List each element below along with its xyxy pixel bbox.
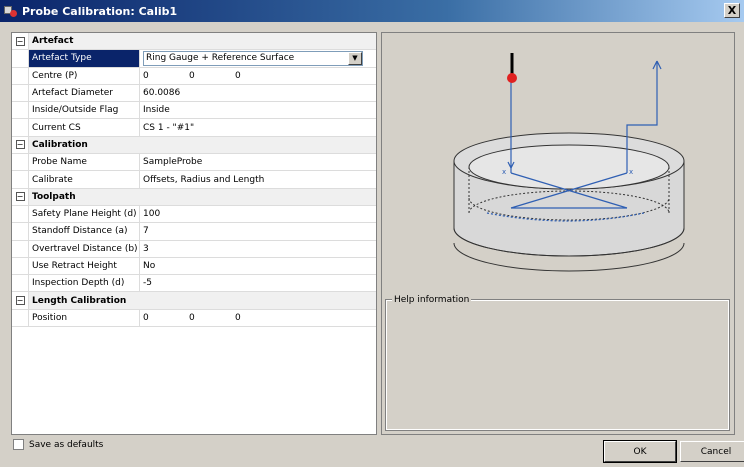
category-label: Toolpath [29, 188, 376, 205]
collapse-icon[interactable]: − [15, 296, 25, 306]
cancel-button[interactable]: Cancel [680, 441, 744, 462]
title-bar: Probe Calibration: Calib1 X [0, 0, 744, 22]
close-button[interactable]: X [724, 3, 740, 18]
property-value[interactable]: 3 [140, 241, 376, 257]
help-information-box [385, 299, 730, 431]
property-row-inside-outside[interactable]: Inside/Outside Flag Inside [12, 102, 376, 120]
collapse-icon[interactable]: − [15, 140, 25, 150]
property-grid: − Artefact Artefact Type Ring Gauge + Re… [11, 32, 377, 435]
probe-app-icon [4, 4, 18, 18]
collapse-icon[interactable]: − [15, 36, 25, 46]
property-value[interactable]: No [140, 258, 376, 274]
category-calibration[interactable]: − Calibration [12, 136, 376, 155]
ok-button[interactable]: OK [603, 440, 677, 463]
property-name: Probe Name [29, 154, 140, 171]
dropdown-arrow-icon[interactable]: ▼ [348, 51, 362, 65]
ring-gauge-diagram: xx [453, 53, 685, 272]
property-row-artefact-diameter[interactable]: Artefact Diameter 60.0086 [12, 84, 376, 103]
property-name: Safety Plane Height (d) [29, 205, 140, 223]
save-defaults-label: Save as defaults [29, 439, 104, 450]
property-value[interactable]: CS 1 - "#1" [140, 119, 376, 135]
property-value[interactable]: 000 [140, 68, 376, 84]
window-title: Probe Calibration: Calib1 [22, 4, 178, 18]
property-value[interactable]: 7 [140, 223, 376, 239]
property-name: Centre (P) [29, 67, 140, 84]
property-value[interactable]: 60.0086 [140, 85, 376, 101]
property-name: Use Retract Height [29, 257, 140, 275]
category-artefact[interactable]: − Artefact [12, 33, 376, 51]
property-row-probe-name[interactable]: Probe Name SampleProbe [12, 154, 376, 172]
property-row-position[interactable]: Position 000 [12, 309, 376, 328]
property-name: Artefact Diameter [29, 84, 140, 102]
property-row-current-cs[interactable]: Current CS CS 1 - "#1" [12, 119, 376, 137]
property-value[interactable]: -5 [140, 275, 376, 291]
svg-text:x: x [629, 168, 633, 176]
category-label: Length Calibration [29, 292, 376, 309]
property-row-overtravel[interactable]: Overtravel Distance (b) 3 [12, 240, 376, 258]
property-row-inspection-depth[interactable]: Inspection Depth (d) -5 [12, 275, 376, 293]
property-row-safety-plane[interactable]: Safety Plane Height (d) 100 [12, 205, 376, 224]
property-row-retract-height[interactable]: Use Retract Height No [12, 257, 376, 276]
category-length-calibration[interactable]: − Length Calibration [12, 292, 376, 310]
property-name: Calibrate [29, 171, 140, 188]
property-value[interactable]: 000 [140, 310, 376, 326]
category-label: Artefact [29, 33, 376, 50]
property-row-calibrate[interactable]: Calibrate Offsets, Radius and Length [12, 171, 376, 189]
property-value[interactable]: Inside [140, 102, 376, 118]
save-defaults-checkbox[interactable] [13, 439, 24, 450]
category-toolpath[interactable]: − Toolpath [12, 188, 376, 206]
property-name: Inside/Outside Flag [29, 102, 140, 119]
category-label: Calibration [29, 136, 376, 154]
property-name: Standoff Distance (a) [29, 223, 140, 240]
dropdown-value: Ring Gauge + Reference Surface [146, 53, 295, 64]
collapse-icon[interactable]: − [15, 192, 25, 202]
property-name: Inspection Depth (d) [29, 275, 140, 292]
property-name: Overtravel Distance (b) [29, 240, 140, 257]
save-defaults-option[interactable]: Save as defaults [13, 439, 103, 450]
property-value[interactable]: SampleProbe [140, 154, 376, 170]
property-row-artefact-type[interactable]: Artefact Type Ring Gauge + Reference Sur… [12, 50, 376, 68]
property-name: Artefact Type [29, 50, 140, 67]
property-value[interactable]: 100 [140, 206, 376, 222]
probe-tip-icon [507, 73, 517, 83]
help-information-label: Help information [392, 295, 472, 305]
property-row-centre[interactable]: Centre (P) 000 [12, 67, 376, 85]
property-value[interactable]: Offsets, Radius and Length [140, 171, 376, 187]
artefact-type-dropdown[interactable]: Ring Gauge + Reference Surface ▼ [143, 50, 363, 66]
property-row-standoff[interactable]: Standoff Distance (a) 7 [12, 223, 376, 241]
property-name: Position [29, 309, 140, 327]
svg-text:x: x [502, 168, 506, 176]
property-name: Current CS [29, 119, 140, 136]
